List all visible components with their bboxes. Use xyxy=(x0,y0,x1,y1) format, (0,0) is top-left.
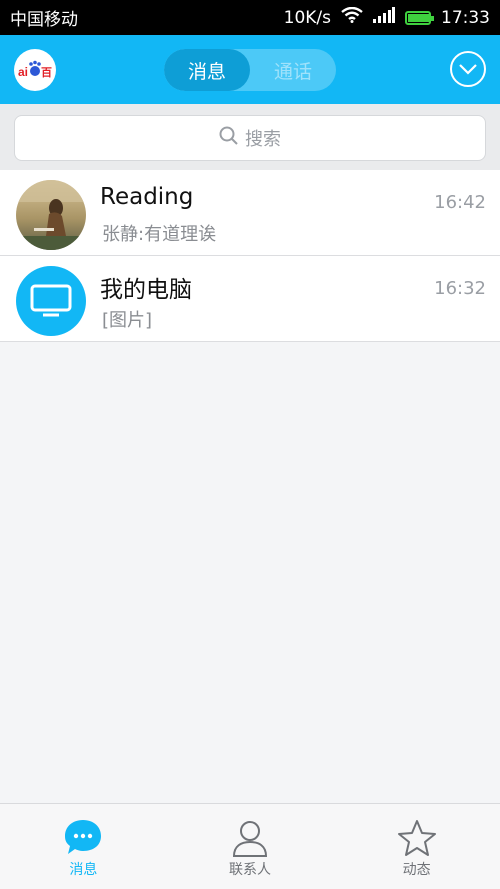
search-input[interactable]: 搜索 xyxy=(14,115,486,161)
app-header: ai 百 消息 通话 xyxy=(0,35,500,104)
nav-label: 联系人 xyxy=(229,862,271,878)
conversation-name: Reading xyxy=(100,184,194,210)
search-icon xyxy=(219,126,239,151)
profile-avatar[interactable]: ai 百 xyxy=(14,49,56,91)
nav-contacts[interactable]: 联系人 xyxy=(167,804,334,889)
monitor-icon xyxy=(16,266,86,336)
svg-text:ai: ai xyxy=(18,65,28,79)
svg-text:百: 百 xyxy=(41,66,52,79)
conversation-list: Reading 张静:有道理诶 16:42 我的电脑 [图片] 16:32 xyxy=(0,170,500,342)
carrier-name: 中国移动 xyxy=(10,10,78,30)
chevron-down-icon[interactable] xyxy=(450,51,486,87)
status-indicators: 10K/s 17:33 xyxy=(283,6,490,28)
conversation-last-message: 张静:有道理诶 xyxy=(102,224,217,245)
nav-label: 动态 xyxy=(402,862,431,878)
search-bar-container: 搜索 xyxy=(0,104,500,170)
chat-bubble-icon xyxy=(63,818,103,862)
contact-person-icon xyxy=(230,818,270,862)
battery-icon xyxy=(405,10,434,25)
avatar xyxy=(16,180,86,250)
conversation-item-reading[interactable]: Reading 张静:有道理诶 16:42 xyxy=(0,170,500,256)
nav-feed[interactable]: 动态 xyxy=(333,804,500,889)
baidu-logo-icon: ai 百 xyxy=(18,60,52,79)
wifi-icon xyxy=(341,6,363,28)
star-icon xyxy=(397,818,437,862)
signal-icon xyxy=(373,7,395,28)
search-placeholder: 搜索 xyxy=(245,129,281,150)
nav-label: 消息 xyxy=(69,862,98,878)
tab-calls[interactable]: 通话 xyxy=(250,49,336,91)
bottom-navigation: 消息 联系人 动态 xyxy=(0,803,500,889)
conversation-time: 16:32 xyxy=(434,278,486,299)
conversation-time: 16:42 xyxy=(434,192,486,213)
nav-messages[interactable]: 消息 xyxy=(0,804,167,889)
header-tab-switcher: 消息 通话 xyxy=(164,49,336,91)
conversation-name: 我的电脑 xyxy=(100,277,192,303)
conversation-last-message: [图片] xyxy=(102,310,153,331)
battery-fill xyxy=(408,13,429,22)
status-bar: 中国移动 10K/s 17:33 xyxy=(0,0,500,35)
conversation-item-my-computer[interactable]: 我的电脑 [图片] 16:32 xyxy=(0,256,500,342)
clock: 17:33 xyxy=(441,7,490,28)
network-speed: 10K/s xyxy=(283,7,331,28)
tab-messages[interactable]: 消息 xyxy=(164,49,250,91)
